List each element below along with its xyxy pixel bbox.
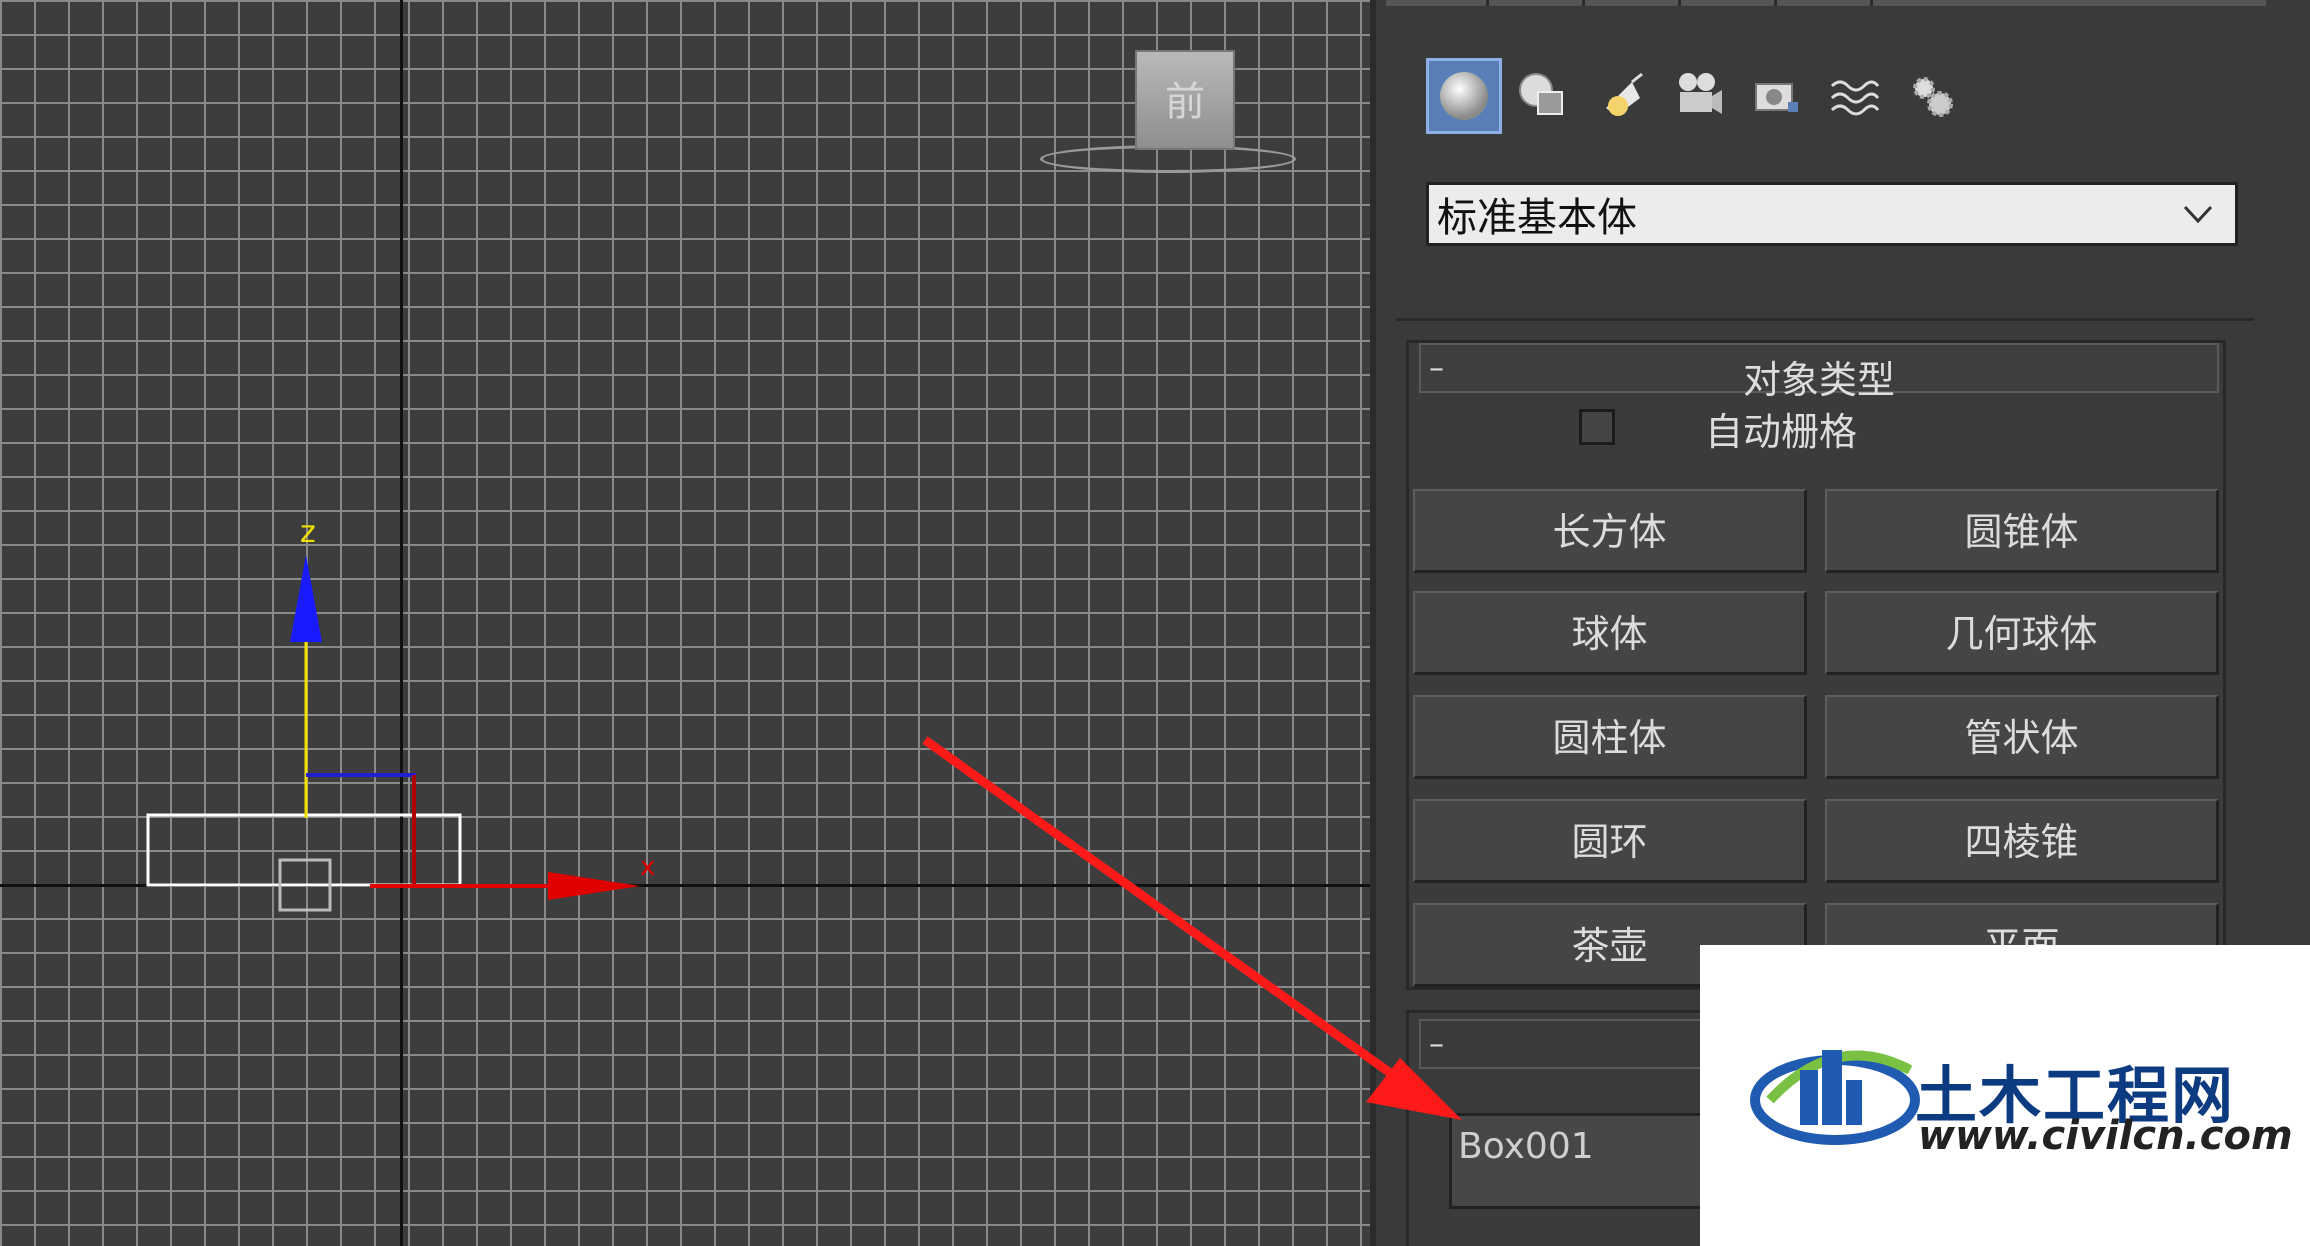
building-logo-icon [1750,1050,1920,1145]
watermark-logo: 土木工程网 www.civilcn.com [1700,945,2310,1246]
watermark-url: www.civilcn.com [1918,1113,2293,1159]
